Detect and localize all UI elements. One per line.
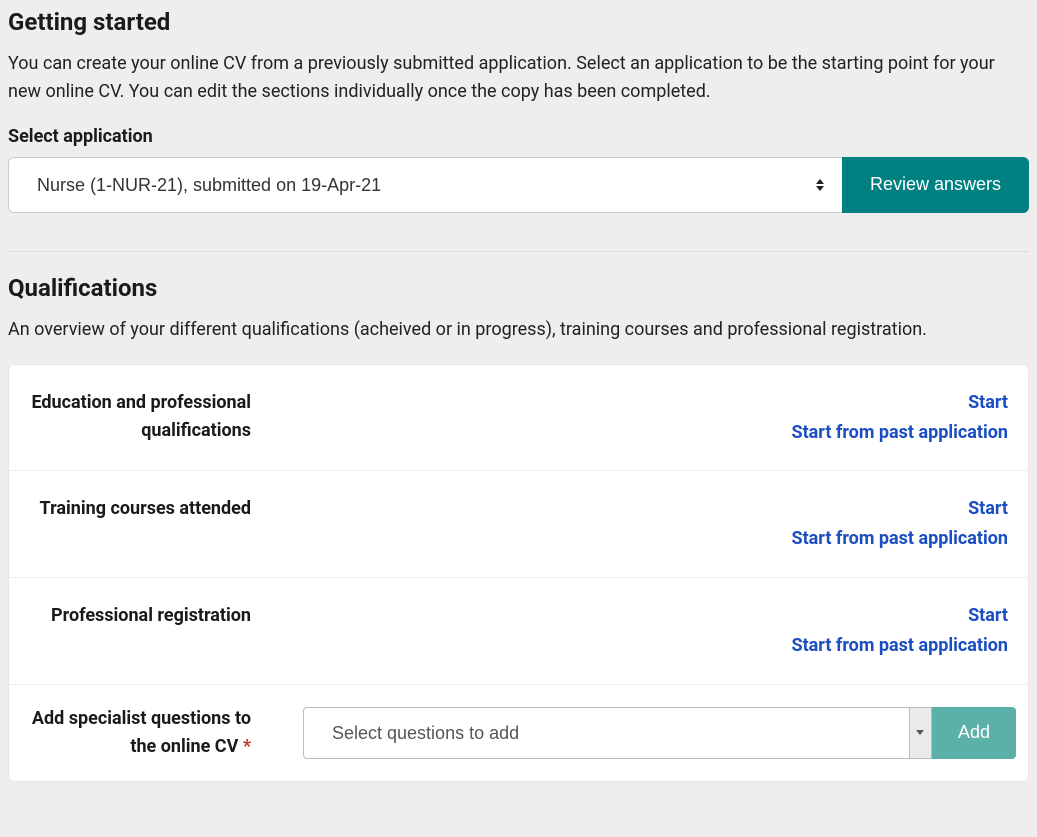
add-specialist-label-text: Add specialist questions to the online C…: [32, 708, 251, 757]
select-application-label: Select application: [8, 126, 1029, 147]
start-link[interactable]: Start: [968, 602, 1008, 630]
section-divider: [8, 251, 1029, 252]
application-select-wrapper: Nurse (1-NUR-21), submitted on 19-Apr-21: [8, 157, 842, 213]
add-specialist-input-group: Select questions to add Add: [303, 707, 1016, 759]
start-link[interactable]: Start: [968, 495, 1008, 523]
specialist-questions-select[interactable]: Select questions to add: [303, 707, 910, 759]
application-select[interactable]: Nurse (1-NUR-21), submitted on 19-Apr-21: [8, 157, 842, 213]
start-from-past-link[interactable]: Start from past application: [792, 525, 1009, 553]
qualifications-card: Education and professional qualification…: [8, 364, 1029, 782]
review-answers-button[interactable]: Review answers: [842, 157, 1029, 213]
row-label: Training courses attended: [29, 495, 259, 523]
add-specialist-label: Add specialist questions to the online C…: [29, 705, 259, 761]
add-specialist-row: Add specialist questions to the online C…: [9, 685, 1028, 781]
getting-started-intro: You can create your online CV from a pre…: [8, 50, 1029, 106]
row-label: Education and professional qualification…: [29, 389, 259, 445]
qualification-row-education: Education and professional qualification…: [9, 365, 1028, 472]
required-marker: *: [243, 736, 251, 757]
qualifications-intro: An overview of your different qualificat…: [8, 316, 1029, 344]
start-from-past-link[interactable]: Start from past application: [792, 632, 1009, 660]
chevron-down-icon: [916, 730, 924, 735]
row-label: Professional registration: [29, 602, 259, 630]
qualifications-heading: Qualifications: [8, 274, 1029, 302]
qualification-row-training: Training courses attended Start Start fr…: [9, 471, 1028, 578]
specialist-select-caret[interactable]: [910, 707, 932, 759]
qualification-row-registration: Professional registration Start Start fr…: [9, 578, 1028, 685]
start-from-past-link[interactable]: Start from past application: [792, 419, 1009, 447]
start-link[interactable]: Start: [968, 389, 1008, 417]
add-button[interactable]: Add: [932, 707, 1016, 759]
getting-started-heading: Getting started: [8, 8, 1029, 36]
